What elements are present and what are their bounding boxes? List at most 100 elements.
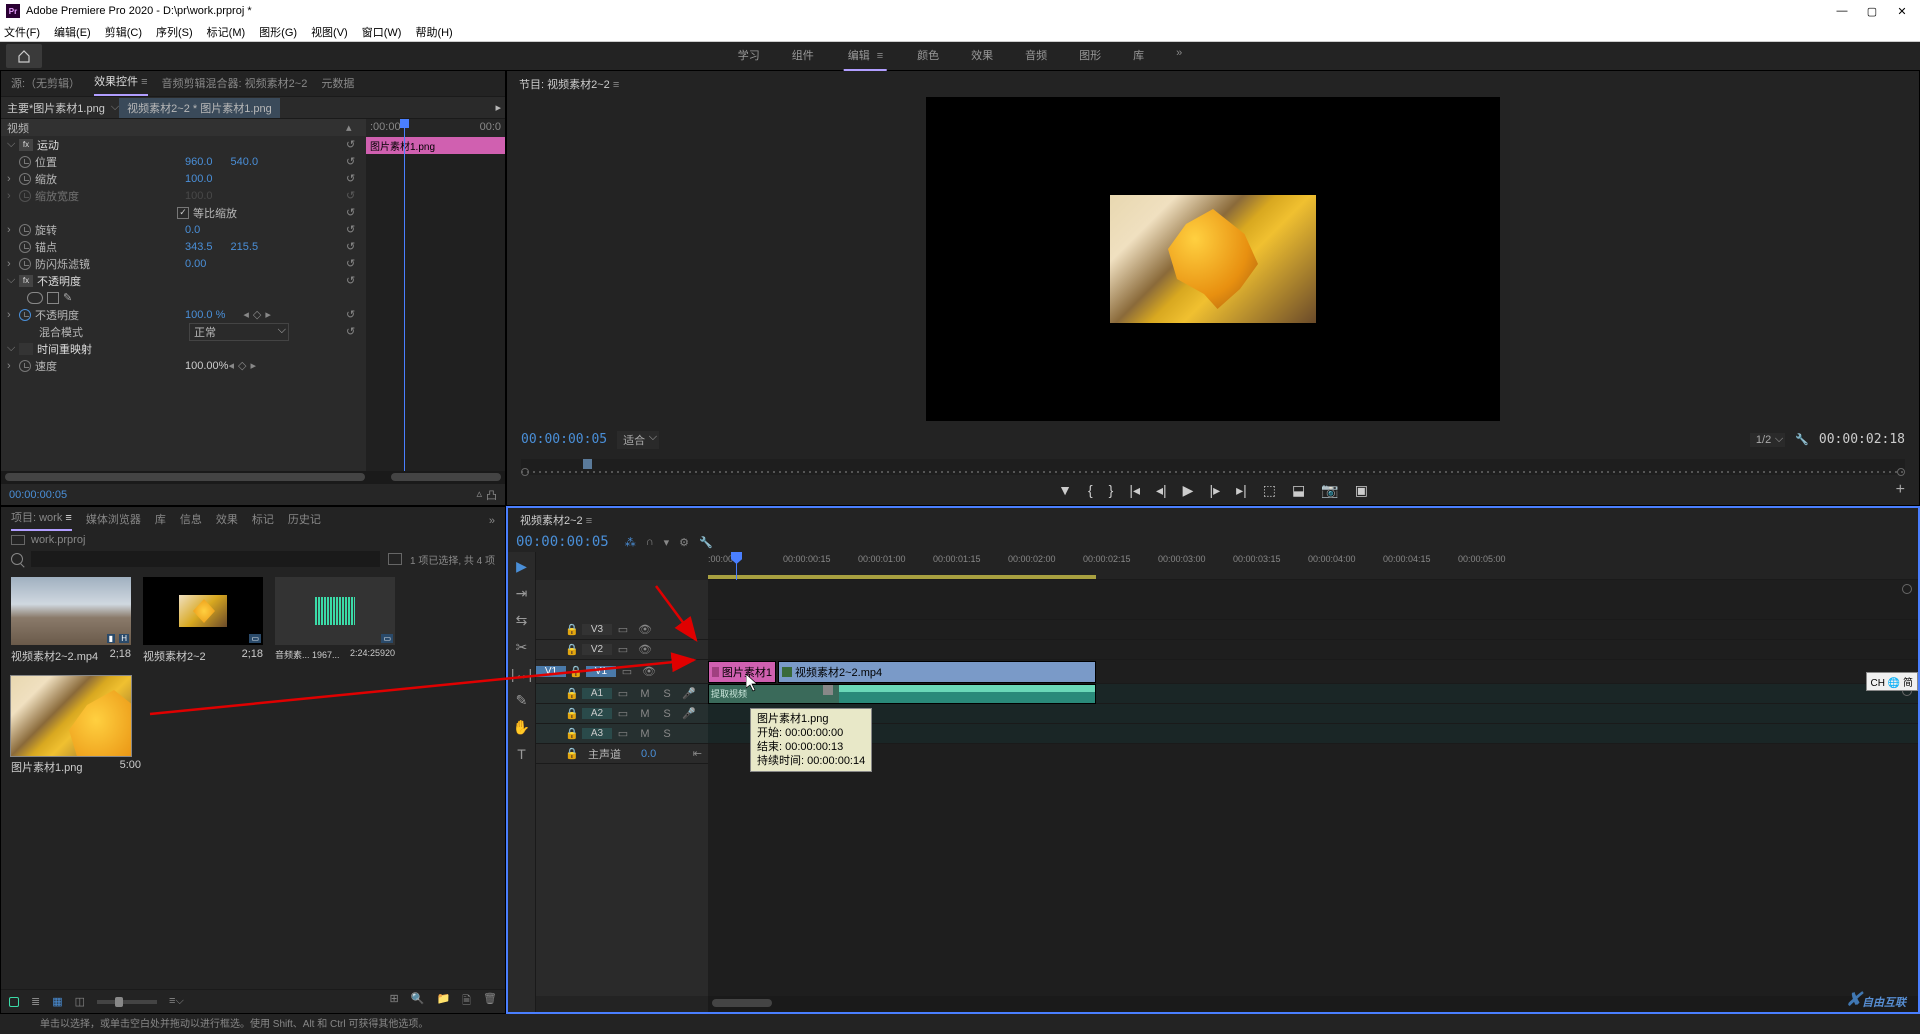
uniform-scale-checkbox[interactable] (177, 207, 189, 219)
ws-graphics[interactable]: 图形 (1077, 41, 1103, 71)
ws-color[interactable]: 颜色 (915, 41, 941, 71)
voiceover-icon[interactable]: 🎤 (678, 687, 700, 700)
settings-icon[interactable]: 🔧 (1795, 433, 1809, 446)
reset-icon[interactable]: ↺ (346, 257, 360, 271)
track-lock-icon[interactable]: 🔒 (562, 643, 582, 656)
track-toggle-icon[interactable]: ▭ (616, 665, 638, 678)
stopwatch-icon[interactable] (19, 258, 31, 270)
mask-rect-icon[interactable] (47, 292, 59, 304)
project-item[interactable]: ▮H 视频素材2~2.mp42;18 (11, 577, 131, 664)
track-v2[interactable]: V2 (582, 644, 612, 655)
track-visibility-icon[interactable]: 👁 (638, 665, 660, 678)
ws-effects[interactable]: 效果 (969, 41, 995, 71)
scale-value[interactable]: 100.0 (185, 173, 213, 185)
track-toggle-icon[interactable]: ▭ (612, 687, 634, 700)
timeline-content[interactable]: 图片素材1 视频素材2~2.mp4 提取视频 图片素材1.png 开始: 00:… (708, 580, 1918, 996)
track-lock-icon[interactable]: 🔒 (566, 665, 586, 678)
clip-video[interactable]: 视频素材2~2.mp4 (778, 661, 1096, 683)
ec-hscroll2[interactable] (391, 473, 501, 481)
minimize-button[interactable]: — (1836, 5, 1848, 17)
track-lock-icon[interactable]: 🔒 (562, 727, 582, 740)
add-marker-icon[interactable]: ▼ (1058, 482, 1072, 498)
stopwatch-icon[interactable] (19, 224, 31, 236)
find-icon[interactable]: 🔍 (411, 992, 425, 1011)
voiceover-icon[interactable]: 🎤 (678, 707, 700, 720)
snap-icon[interactable]: ⁂ (625, 536, 636, 549)
tab-markers[interactable]: 标记 (252, 511, 274, 531)
fx-badge[interactable]: fx (19, 139, 33, 151)
tab-info[interactable]: 信息 (180, 511, 202, 531)
play-icon[interactable]: ▶ (1183, 482, 1194, 499)
track-a1[interactable]: A1 (582, 688, 612, 699)
flicker-value[interactable]: 0.00 (185, 258, 206, 270)
tab-effect-controls[interactable]: 效果控件 (94, 73, 147, 96)
blend-mode-select[interactable]: 正常 (189, 323, 289, 341)
stopwatch-icon[interactable] (19, 241, 31, 253)
settings-icon[interactable]: ⚙ (679, 536, 689, 549)
stopwatch-icon[interactable] (19, 173, 31, 185)
stopwatch-icon[interactable] (19, 156, 31, 168)
tab-program[interactable]: 节目: 视频素材2~2 (519, 79, 619, 91)
program-scrubber[interactable] (521, 459, 1905, 476)
ec-play-icon[interactable]: ▸ (495, 101, 501, 114)
reset-icon[interactable]: ↺ (346, 325, 360, 339)
freeform-view-icon[interactable]: ◫ (75, 995, 85, 1008)
zoom-slider[interactable] (97, 1000, 157, 1004)
track-a3[interactable]: A3 (582, 728, 612, 739)
ws-assembly[interactable]: 组件 (790, 41, 816, 71)
menu-window[interactable]: 窗口(W) (362, 24, 402, 40)
reset-icon[interactable]: ↺ (346, 308, 360, 322)
ec-zoom-out-icon[interactable]: ▵ (476, 487, 482, 503)
stopwatch-icon[interactable] (19, 309, 31, 321)
reset-icon[interactable]: ↺ (346, 189, 360, 203)
home-button[interactable] (6, 44, 42, 68)
ime-indicator[interactable]: CH 🌐 简 (1866, 672, 1918, 691)
fx-opacity[interactable]: 不透明度 (37, 273, 81, 289)
step-back-icon[interactable]: ◂| (1156, 482, 1167, 499)
master-value[interactable]: 0.0 (641, 748, 656, 760)
wrench-icon[interactable]: 🔧 (699, 536, 713, 549)
ripple-tool-icon[interactable]: ⇆ (516, 612, 528, 629)
tab-sequence[interactable]: 视频素材2~2 (520, 515, 592, 527)
ws-library[interactable]: 库 (1131, 41, 1146, 71)
pen-tool-icon[interactable]: ✎ (516, 692, 528, 709)
track-lock-icon[interactable]: 🔒 (562, 747, 582, 760)
solo-icon[interactable]: S (656, 688, 678, 700)
step-fwd-icon[interactable]: |▸ (1209, 482, 1220, 499)
track-toggle-icon[interactable]: ▭ (612, 643, 634, 656)
track-v1[interactable]: V1 (586, 666, 616, 677)
mute-icon[interactable]: M (634, 688, 656, 700)
menu-view[interactable]: 视图(V) (311, 24, 348, 40)
razor-tool-icon[interactable]: ✂ (516, 639, 528, 656)
ec-playhead[interactable] (404, 119, 405, 471)
compare-icon[interactable]: ▣ (1355, 482, 1368, 499)
reset-icon[interactable]: ↺ (346, 223, 360, 237)
lock-icon[interactable] (9, 997, 19, 1007)
selection-tool-icon[interactable]: ▶ (516, 558, 527, 575)
extract-icon[interactable]: ⬓ (1292, 482, 1305, 499)
track-select-tool-icon[interactable]: ⇥ (516, 585, 528, 602)
marker-icon[interactable]: ▾ (664, 536, 670, 549)
ec-mini-timeline[interactable]: :00:0000:0 图片素材1.png (366, 119, 505, 471)
type-tool-icon[interactable]: T (517, 746, 526, 762)
anchor-y[interactable]: 215.5 (231, 241, 259, 253)
tab-media-browser[interactable]: 媒体浏览器 (86, 511, 141, 531)
go-out-icon[interactable]: ▸| (1236, 482, 1247, 499)
project-search-input[interactable] (31, 551, 380, 567)
program-canvas[interactable] (507, 97, 1919, 421)
project-item[interactable]: ▭ 音频素... 1967...2:24:25920 (275, 577, 395, 664)
solo-icon[interactable]: S (656, 708, 678, 720)
project-item[interactable]: ▭ 视频素材2~22;18 (143, 577, 263, 664)
mask-ellipse-icon[interactable] (27, 292, 43, 304)
track-a2[interactable]: A2 (582, 708, 612, 719)
next-kf-icon[interactable]: ▸ (250, 359, 256, 372)
tab-effects-panel[interactable]: 效果 (216, 511, 238, 531)
track-visibility-icon[interactable]: 👁 (634, 643, 656, 656)
timeline-ruler[interactable]: :00:00 00:00:00:15 00:00:01:00 00:00:01:… (708, 552, 1918, 580)
reset-icon[interactable]: ↺ (346, 274, 360, 288)
menu-edit[interactable]: 编辑(E) (54, 24, 91, 40)
ws-audio[interactable]: 音频 (1023, 41, 1049, 71)
mute-icon[interactable]: M (634, 728, 656, 740)
rotation-value[interactable]: 0.0 (185, 224, 200, 236)
list-view-icon[interactable]: ≣ (31, 995, 40, 1008)
